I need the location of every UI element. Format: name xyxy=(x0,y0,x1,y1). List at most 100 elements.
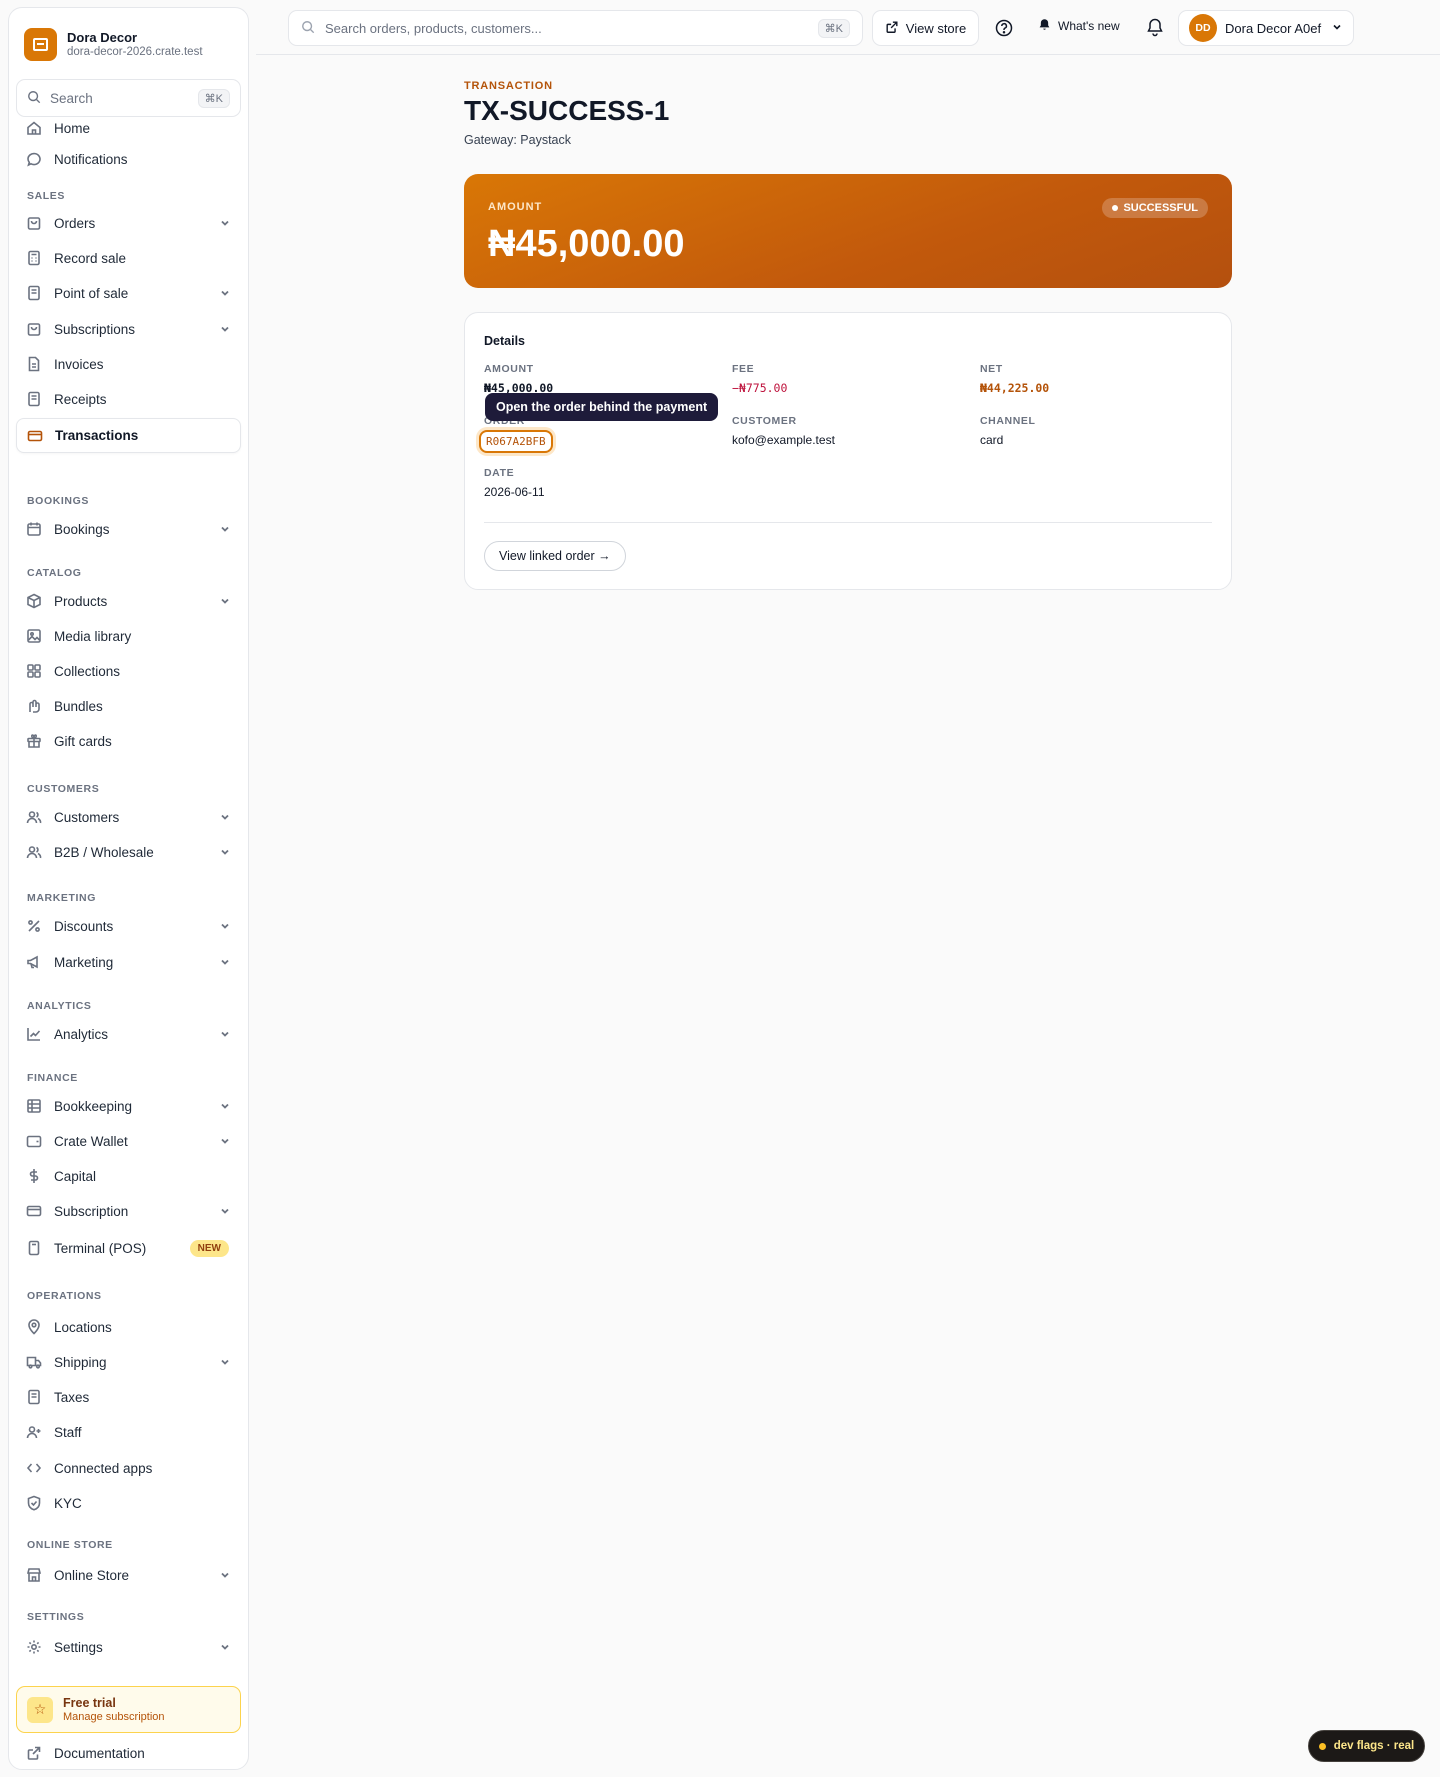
sidebar-item-bookkeeping[interactable]: Bookkeeping xyxy=(16,1090,241,1122)
megaphone-icon xyxy=(26,954,42,970)
sidebar-item-gift-cards[interactable]: Gift cards xyxy=(16,725,241,757)
page-title: TX-SUCCESS-1 xyxy=(464,95,670,126)
sidebar-item-kyc[interactable]: KYC xyxy=(16,1487,241,1519)
avatar: DD xyxy=(1189,14,1217,42)
amount-hero-card: AMOUNT ₦45,000.00 SUCCESSFUL xyxy=(464,174,1232,288)
sidebar-item-capital[interactable]: Capital xyxy=(16,1160,241,1192)
sidebar-item-bundles[interactable]: Bundles xyxy=(16,690,241,722)
sidebar-item-label: Notifications xyxy=(54,151,128,167)
sidebar-item-label: Terminal (POS) xyxy=(54,1240,147,1256)
field-fee: FEE −₦775.00 xyxy=(732,363,787,395)
sidebar-item-label: Locations xyxy=(54,1319,112,1335)
sidebar-item-label: KYC xyxy=(54,1495,82,1511)
search-icon xyxy=(27,90,41,107)
chevron-down-icon xyxy=(219,1135,231,1147)
notifications-bell-icon[interactable] xyxy=(1145,17,1165,37)
sidebar-item-products[interactable]: Products xyxy=(16,585,241,617)
section-label-settings: SETTINGS xyxy=(27,1611,85,1623)
section-label-marketing: MARKETING xyxy=(27,892,96,904)
calculator-icon xyxy=(26,250,42,266)
field-customer-label: CUSTOMER xyxy=(732,415,797,427)
calendar-icon xyxy=(26,521,42,537)
sidebar-item-media-library[interactable]: Media library xyxy=(16,620,241,652)
chevron-down-icon xyxy=(219,1356,231,1368)
sidebar-item-terminal[interactable]: Terminal (POS) NEW xyxy=(16,1232,241,1264)
sidebar-item-label: Settings xyxy=(54,1639,103,1655)
sidebar-item-notifications[interactable]: Notifications xyxy=(16,143,241,175)
divider xyxy=(484,522,1212,523)
view-store-button[interactable]: View store xyxy=(872,10,979,46)
section-label-customers: CUSTOMERS xyxy=(27,783,100,795)
store-domain: dora-decor-2026.crate.test xyxy=(67,45,203,58)
document-icon xyxy=(26,356,42,372)
sidebar-item-analytics[interactable]: Analytics xyxy=(16,1018,241,1050)
chevron-down-icon xyxy=(219,217,231,229)
store-switcher[interactable]: Dora Decor dora-decor-2026.crate.test xyxy=(24,24,203,64)
dev-flags-pill[interactable]: dev flags · real xyxy=(1308,1730,1425,1762)
sidebar: Dora Decor dora-decor-2026.crate.test Se… xyxy=(8,7,249,1770)
new-badge: NEW xyxy=(189,1239,229,1257)
chevron-down-icon xyxy=(219,1569,231,1581)
sidebar-item-staff[interactable]: Staff xyxy=(16,1416,241,1448)
sidebar-item-taxes[interactable]: Taxes xyxy=(16,1381,241,1413)
sidebar-item-transactions[interactable]: Transactions xyxy=(16,418,241,453)
sidebar-item-shipping[interactable]: Shipping xyxy=(16,1346,241,1378)
sidebar-item-crate-wallet[interactable]: Crate Wallet xyxy=(16,1125,241,1157)
gift-icon xyxy=(26,733,42,749)
sidebar-item-home[interactable]: Home xyxy=(16,112,241,144)
external-link-icon xyxy=(885,20,899,37)
bag-icon xyxy=(26,321,42,337)
section-label-analytics: ANALYTICS xyxy=(27,1000,92,1012)
sidebar-item-label: Shipping xyxy=(54,1354,107,1370)
sidebar-item-marketing[interactable]: Marketing xyxy=(16,946,241,978)
sidebar-item-orders[interactable]: Orders xyxy=(16,207,241,239)
sidebar-item-settings[interactable]: Settings xyxy=(16,1631,241,1663)
shield-check-icon xyxy=(26,1495,42,1511)
chevron-down-icon xyxy=(219,1205,231,1217)
sidebar-item-record-sale[interactable]: Record sale xyxy=(16,242,241,274)
sidebar-item-customers[interactable]: Customers xyxy=(16,801,241,833)
sidebar-item-bookings[interactable]: Bookings xyxy=(16,513,241,545)
field-channel-value: card xyxy=(980,433,1004,447)
credit-card-icon xyxy=(27,428,43,444)
field-customer-value: kofo@example.test xyxy=(732,433,835,447)
sidebar-item-documentation[interactable]: Documentation xyxy=(16,1737,241,1769)
chevron-down-icon xyxy=(219,1028,231,1040)
sidebar-item-discounts[interactable]: Discounts xyxy=(16,910,241,942)
field-amount: AMOUNT ₦45,000.00 xyxy=(484,363,553,395)
sidebar-item-invoices[interactable]: Invoices xyxy=(16,348,241,380)
help-icon[interactable] xyxy=(994,18,1014,38)
sidebar-item-receipts[interactable]: Receipts xyxy=(16,383,241,415)
field-fee-label: FEE xyxy=(732,363,755,375)
whats-new-button[interactable]: What's new xyxy=(1038,18,1120,34)
sidebar-item-point-of-sale[interactable]: Point of sale xyxy=(16,277,241,309)
grid-icon xyxy=(26,663,42,679)
sidebar-item-subscription[interactable]: Subscription xyxy=(16,1195,241,1227)
details-title: Details xyxy=(484,334,525,348)
sidebar-item-locations[interactable]: Locations xyxy=(16,1311,241,1343)
sidebar-item-subscriptions[interactable]: Subscriptions xyxy=(16,313,241,345)
order-link[interactable]: R067A2BFB xyxy=(479,430,553,453)
section-label-online-store: ONLINE STORE xyxy=(27,1539,113,1551)
sidebar-item-connected-apps[interactable]: Connected apps xyxy=(16,1452,241,1484)
chevron-down-icon xyxy=(219,287,231,299)
view-linked-order-button[interactable]: View linked order → xyxy=(484,541,626,571)
sidebar-item-label: Gift cards xyxy=(54,733,112,749)
sidebar-item-online-store[interactable]: Online Store xyxy=(16,1559,241,1591)
free-trial-card[interactable]: ☆ Free trial Manage subscription xyxy=(16,1686,241,1733)
view-store-label: View store xyxy=(905,20,967,36)
field-date-label: DATE xyxy=(484,467,515,479)
sidebar-item-label: Bookings xyxy=(54,521,110,537)
field-date-value: 2026-06-11 xyxy=(484,485,545,499)
field-channel-label: CHANNEL xyxy=(980,415,1036,427)
manage-subscription-link[interactable]: Manage subscription xyxy=(63,1710,165,1724)
sidebar-item-label: Record sale xyxy=(54,250,127,266)
sidebar-item-collections[interactable]: Collections xyxy=(16,655,241,687)
storefront-icon xyxy=(26,1567,42,1583)
global-search-input[interactable]: Search orders, products, customers... ⌘K xyxy=(288,10,863,46)
sidebar-item-b2b[interactable]: B2B / Wholesale xyxy=(16,836,241,868)
sidebar-item-label: Crate Wallet xyxy=(54,1133,128,1149)
field-date: DATE 2026-06-11 xyxy=(484,467,545,499)
user-menu-button[interactable]: DD Dora Decor A0ef xyxy=(1178,10,1354,46)
sidebar-item-label: Customers xyxy=(54,809,120,825)
